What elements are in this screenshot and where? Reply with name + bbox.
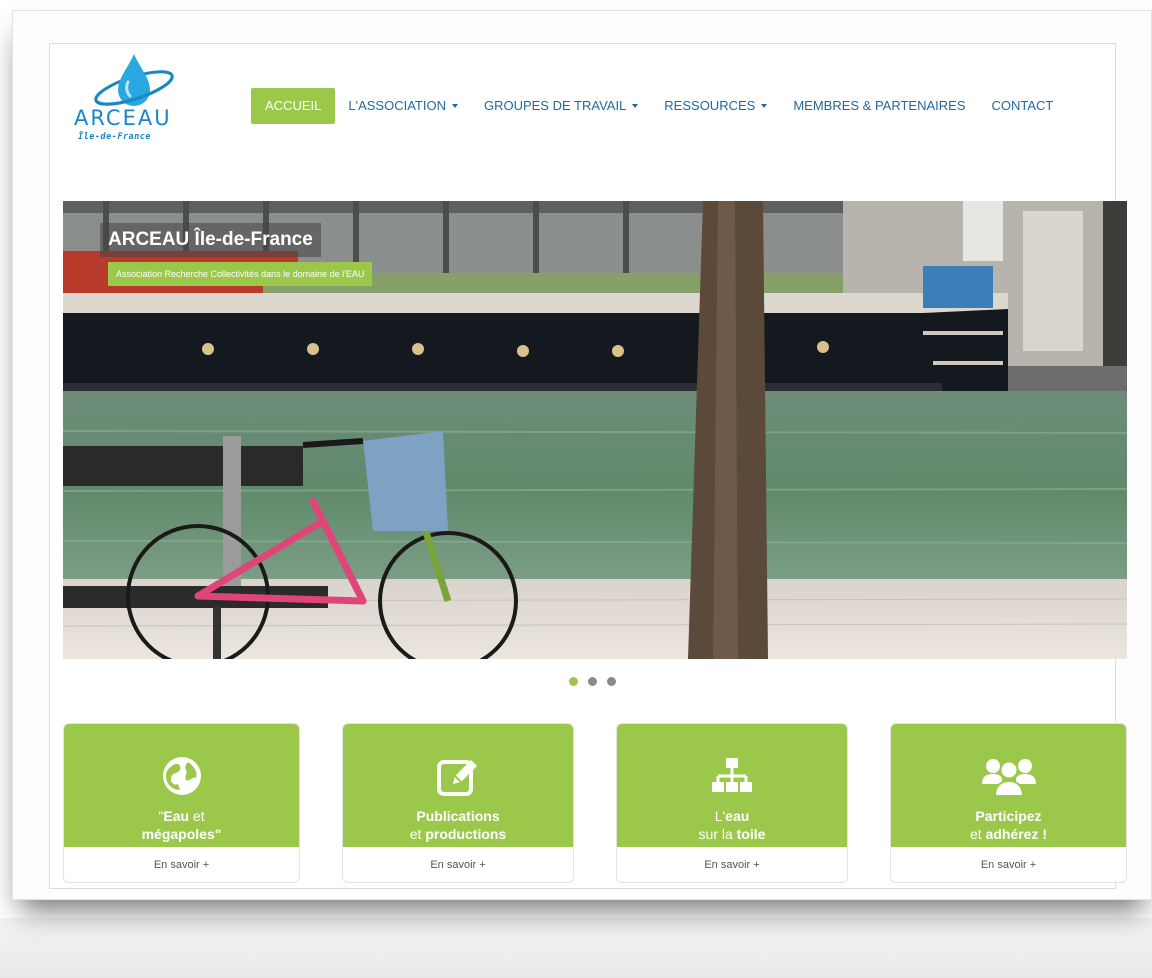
nav-item-groupes-de-travail[interactable]: GROUPES DE TRAVAIL — [471, 88, 651, 124]
card-text: L' — [714, 808, 726, 824]
main-navigation: ACCUEIL L'ASSOCIATION GROUPES DE TRAVAIL… — [251, 88, 1066, 124]
card-title-line2: sur la toile — [617, 826, 847, 843]
card-text-bold: Eau — [163, 808, 190, 824]
card-text-bold: Publications — [416, 808, 500, 824]
hero-slider[interactable]: ARCEAU Île-de-France Association Recherc… — [63, 201, 1127, 659]
card-header: "Eau et mégapoles" — [64, 724, 299, 847]
card-title-line2: et adhérez ! — [891, 826, 1126, 843]
edit-icon — [437, 760, 477, 796]
card-text-bold: eau — [725, 808, 750, 824]
card-title-line2: et productions — [343, 826, 573, 843]
card-text: " — [214, 826, 222, 842]
card-title-line1: "Eau et — [64, 808, 299, 825]
nav-item-contact[interactable]: CONTACT — [979, 88, 1067, 124]
feature-cards: "Eau et mégapoles" En savoir + Publicati… — [63, 723, 1127, 883]
slider-pagination — [569, 677, 616, 686]
card-text-bold: toile — [736, 826, 766, 842]
card-header: L'eau sur la toile — [617, 724, 847, 847]
card-text-bold: adhérez ! — [985, 826, 1048, 842]
sitemap-icon — [712, 758, 752, 792]
en-savoir-plus-link[interactable]: En savoir + — [64, 847, 299, 882]
en-savoir-plus-link[interactable]: En savoir + — [343, 847, 573, 882]
nav-item-label: MEMBRES & PARTENAIRES — [793, 98, 966, 113]
card-publications[interactable]: Publications et productions En savoir + — [342, 723, 574, 883]
card-header: Participez et adhérez ! — [891, 724, 1126, 847]
card-participez[interactable]: Participez et adhérez ! En savoir + — [890, 723, 1127, 883]
site-logo[interactable]: ARCEAU Île-de-France — [74, 54, 194, 150]
card-eau-sur-la-toile[interactable]: L'eau sur la toile En savoir + — [616, 723, 848, 883]
users-icon — [981, 759, 1036, 797]
logo-wordmark: ARCEAU — [74, 106, 172, 130]
card-title-line1: Participez — [891, 808, 1126, 825]
slider-dot-2[interactable] — [588, 677, 597, 686]
card-text-bold: productions — [425, 826, 507, 842]
nav-item-label: L'ASSOCIATION — [348, 98, 446, 113]
card-header: Publications et productions — [343, 724, 573, 847]
water-drop-logo-icon — [94, 54, 174, 106]
hero-title: ARCEAU Île-de-France — [100, 223, 321, 257]
card-title-line2: mégapoles" — [64, 826, 299, 843]
card-text: et — [189, 808, 205, 824]
caret-down-icon — [632, 103, 639, 108]
nav-item-label: RESSOURCES — [664, 98, 756, 113]
logo-tagline: Île-de-France — [78, 132, 152, 142]
card-text: et — [969, 826, 986, 842]
caret-down-icon — [761, 103, 768, 108]
nav-item-label: CONTACT — [991, 98, 1054, 113]
globe-icon — [162, 757, 201, 795]
card-text: et — [409, 826, 426, 842]
slider-dot-3[interactable] — [607, 677, 616, 686]
en-savoir-plus-link[interactable]: En savoir + — [617, 847, 847, 882]
website-page: ARCEAU Île-de-France ACCUEIL L'ASSOCIATI… — [49, 43, 1127, 889]
card-title-line1: Publications — [343, 808, 573, 825]
screenshot-frame: ARCEAU Île-de-France ACCUEIL L'ASSOCIATI… — [12, 10, 1152, 900]
nav-item-ressources[interactable]: RESSOURCES — [651, 88, 780, 124]
nav-item-label: ACCUEIL — [265, 98, 322, 113]
nav-item-label: GROUPES DE TRAVAIL — [483, 98, 627, 113]
card-eau-megapoles[interactable]: "Eau et mégapoles" En savoir + — [63, 723, 300, 883]
card-text-bold: mégapoles — [141, 826, 215, 842]
caret-down-icon — [451, 103, 458, 108]
nav-item-association[interactable]: L'ASSOCIATION — [335, 88, 471, 124]
page-shadow-floor — [0, 918, 1152, 978]
card-title-line1: L'eau — [617, 808, 847, 825]
card-text-bold: Participez — [975, 808, 1042, 824]
card-text: sur la — [698, 826, 737, 842]
en-savoir-plus-link[interactable]: En savoir + — [891, 847, 1126, 882]
hero-subtitle: Association Recherche Collectivités dans… — [108, 262, 373, 286]
slider-dot-1[interactable] — [569, 677, 578, 686]
nav-item-membres-partenaires[interactable]: MEMBRES & PARTENAIRES — [780, 88, 978, 124]
nav-item-accueil[interactable]: ACCUEIL — [251, 88, 336, 124]
